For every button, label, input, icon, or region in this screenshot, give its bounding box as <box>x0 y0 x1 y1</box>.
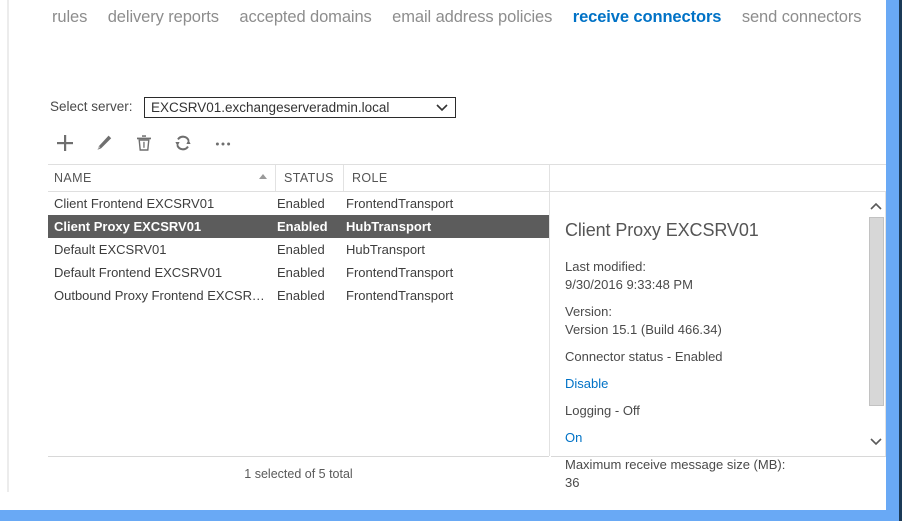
details-last-modified: Last modified: 9/30/2016 9:33:48 PM <box>565 258 852 294</box>
row-role: HubTransport <box>346 219 432 234</box>
details-connector-status: Connector status - Enabled <box>565 348 852 366</box>
details-max-size: Maximum receive message size (MB): 36 <box>565 456 852 492</box>
last-modified-label: Last modified: <box>565 259 646 274</box>
tab-accepted-domains[interactable]: accepted domains <box>239 8 371 27</box>
grid-header-row: NAME STATUS ROLE <box>48 164 886 192</box>
version-label: Version: <box>565 304 612 319</box>
details-scrollbar[interactable] <box>866 198 886 450</box>
max-size-value: 36 <box>565 475 580 490</box>
row-role: FrontendTransport <box>346 288 454 303</box>
scrollbar-thumb[interactable] <box>869 217 884 406</box>
tab-delivery-reports[interactable]: delivery reports <box>108 8 219 27</box>
column-header-spacer <box>549 165 886 191</box>
refresh-icon <box>175 135 191 151</box>
row-status: Enabled <box>277 288 325 303</box>
row-name: Default EXCSRV01 <box>54 242 167 257</box>
column-header-role[interactable]: ROLE <box>343 165 549 191</box>
details-footer-divider <box>551 456 886 457</box>
command-toolbar <box>52 130 245 156</box>
server-select[interactable]: EXCSRV01.exchangeserveradmin.local <box>143 96 456 118</box>
details-pane: Client Proxy EXCSRV01 Last modified: 9/3… <box>551 192 886 490</box>
grid-body: Client Frontend EXCSRV01 Enabled Fronten… <box>48 192 886 490</box>
grid-footer: 1 selected of 5 total <box>48 456 549 491</box>
table-row[interactable]: Client Proxy EXCSRV01 Enabled HubTranspo… <box>48 215 549 238</box>
new-button[interactable] <box>52 130 78 156</box>
row-status: Enabled <box>277 219 328 234</box>
row-name: Outbound Proxy Frontend EXCSRV01 <box>54 288 272 303</box>
chevron-up-icon <box>870 202 882 210</box>
chevron-down-icon <box>435 99 449 116</box>
logging-on-link[interactable]: On <box>565 429 852 447</box>
tab-bar: rules delivery reports accepted domains … <box>0 8 886 40</box>
select-server-label: Select server: <box>50 99 133 114</box>
table-row[interactable]: Default Frontend EXCSRV01 Enabled Fronte… <box>48 261 549 284</box>
row-name: Client Frontend EXCSRV01 <box>54 196 215 211</box>
column-header-role-label: ROLE <box>352 171 388 185</box>
connector-status-text: Connector status - Enabled <box>565 349 723 364</box>
column-header-status-label: STATUS <box>284 171 334 185</box>
ellipsis-icon <box>215 142 230 146</box>
row-role: HubTransport <box>346 242 425 257</box>
grid-details-divider <box>549 192 550 456</box>
scroll-down-button[interactable] <box>866 433 886 450</box>
plus-icon <box>57 135 73 151</box>
row-name: Client Proxy EXCSRV01 <box>54 219 202 234</box>
selection-summary: 1 selected of 5 total <box>244 467 353 481</box>
row-status: Enabled <box>277 196 325 211</box>
max-size-label: Maximum receive message size (MB): <box>565 457 786 472</box>
eac-page: rules delivery reports accepted domains … <box>0 0 886 510</box>
window-right-scroll-edge <box>886 0 899 510</box>
server-select-value: EXCSRV01.exchangeserveradmin.local <box>150 99 390 115</box>
details-version: Version: Version 15.1 (Build 466.34) <box>565 303 852 339</box>
table-row[interactable]: Client Frontend EXCSRV01 Enabled Fronten… <box>48 192 549 215</box>
trash-icon <box>136 135 151 151</box>
column-header-status[interactable]: STATUS <box>275 165 343 191</box>
details-title: Client Proxy EXCSRV01 <box>565 220 759 240</box>
server-picker-row: Select server: EXCSRV01.exchangeserverad… <box>50 96 456 118</box>
tab-receive-connectors[interactable]: receive connectors <box>573 8 722 27</box>
row-status: Enabled <box>277 242 325 257</box>
connectors-grid: NAME STATUS ROLE Client Frontend EXCSRV0… <box>48 164 886 490</box>
window-bottom-edge <box>0 510 899 521</box>
column-header-name[interactable]: NAME <box>48 165 275 191</box>
disable-connector-link[interactable]: Disable <box>565 375 852 393</box>
chevron-down-icon <box>870 438 882 446</box>
row-role: FrontendTransport <box>346 196 454 211</box>
logging-status-text: Logging - Off <box>565 403 640 418</box>
row-name: Default Frontend EXCSRV01 <box>54 265 223 280</box>
table-row[interactable]: Outbound Proxy Frontend EXCSRV01 Enabled… <box>48 284 549 307</box>
scroll-up-button[interactable] <box>866 198 886 215</box>
table-row[interactable]: Default EXCSRV01 Enabled HubTransport <box>48 238 549 261</box>
pencil-icon <box>98 135 112 150</box>
version-value: Version 15.1 (Build 466.34) <box>565 322 722 337</box>
tab-send-connectors[interactable]: send connectors <box>742 8 862 27</box>
column-header-name-label: NAME <box>54 171 92 185</box>
tab-rules[interactable]: rules <box>52 8 87 27</box>
row-status: Enabled <box>277 265 325 280</box>
details-logging: Logging - Off <box>565 402 852 420</box>
edit-button[interactable] <box>91 130 117 156</box>
row-role: FrontendTransport <box>346 265 454 280</box>
refresh-button[interactable] <box>170 130 196 156</box>
delete-button[interactable] <box>131 130 157 156</box>
last-modified-value: 9/30/2016 9:33:48 PM <box>565 277 693 292</box>
window-left-edge <box>7 0 9 492</box>
tab-email-address-policies[interactable]: email address policies <box>392 8 552 27</box>
sort-ascending-icon <box>259 174 267 179</box>
more-button[interactable] <box>210 130 236 156</box>
